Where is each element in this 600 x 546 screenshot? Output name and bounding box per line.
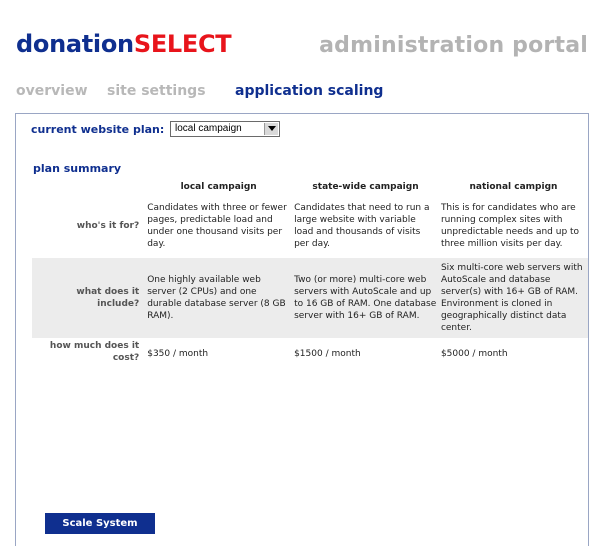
logo-part-select: SELECT [133,30,232,58]
cell-cost-national: $5000 / month [440,349,508,359]
plan-selector-row: current website plan: local campaign [31,121,280,137]
cell-who-state: Candidates that need to run a large webs… [294,203,430,249]
cell-who-local: Candidates with three or fewer pages, pr… [147,203,287,249]
table-header-empty [32,180,145,194]
scale-system-button[interactable]: Scale System [45,513,155,534]
tab-application-scaling[interactable]: application scaling [235,83,383,99]
column-header-state: state-wide campaign [312,182,419,192]
row-label-who: who's it for? [76,221,140,231]
table-row-cost: how much does it cost? $350 / month $150… [32,338,588,368]
row-label-includes: what does it include? [32,258,146,338]
plan-selector-label: current website plan: [31,123,165,136]
cell-includes-local: One highly available web server (2 CPUs)… [145,258,293,338]
portal-title: administration portal [319,33,588,58]
plan-select-value: local campaign [175,123,242,134]
column-header-local: local campaign [180,182,257,192]
chevron-down-icon[interactable] [264,123,278,135]
logo: donationSELECT [16,30,232,58]
tab-site-settings[interactable]: site settings [107,83,206,99]
logo-part-donation: donation [16,30,134,58]
cell-includes-national: Six multi-core web servers with AutoScal… [438,258,588,338]
cell-cost-state: $1500 / month [294,349,361,359]
row-label-cost: how much does it cost? [49,341,140,363]
plan-summary-title: plan summary [33,162,122,175]
table-row-includes: what does it include? One highly availab… [32,258,588,338]
cell-cost-local: $350 / month [147,349,209,359]
column-header-national: national campign [469,182,558,192]
plan-select[interactable]: local campaign [170,121,280,137]
cell-includes-state: Two (or more) multi-core web servers wit… [292,258,439,338]
cell-who-national: This is for candidates who are running c… [440,203,580,249]
tab-overview[interactable]: overview [16,83,88,99]
scaling-panel: current website plan: local campaign pla… [15,113,589,546]
table-row-who: who's it for? Candidates with three or f… [32,194,588,258]
plan-summary-table: local campaign state-wide campaign natio… [32,180,588,368]
table-header-row: local campaign state-wide campaign natio… [32,180,588,194]
